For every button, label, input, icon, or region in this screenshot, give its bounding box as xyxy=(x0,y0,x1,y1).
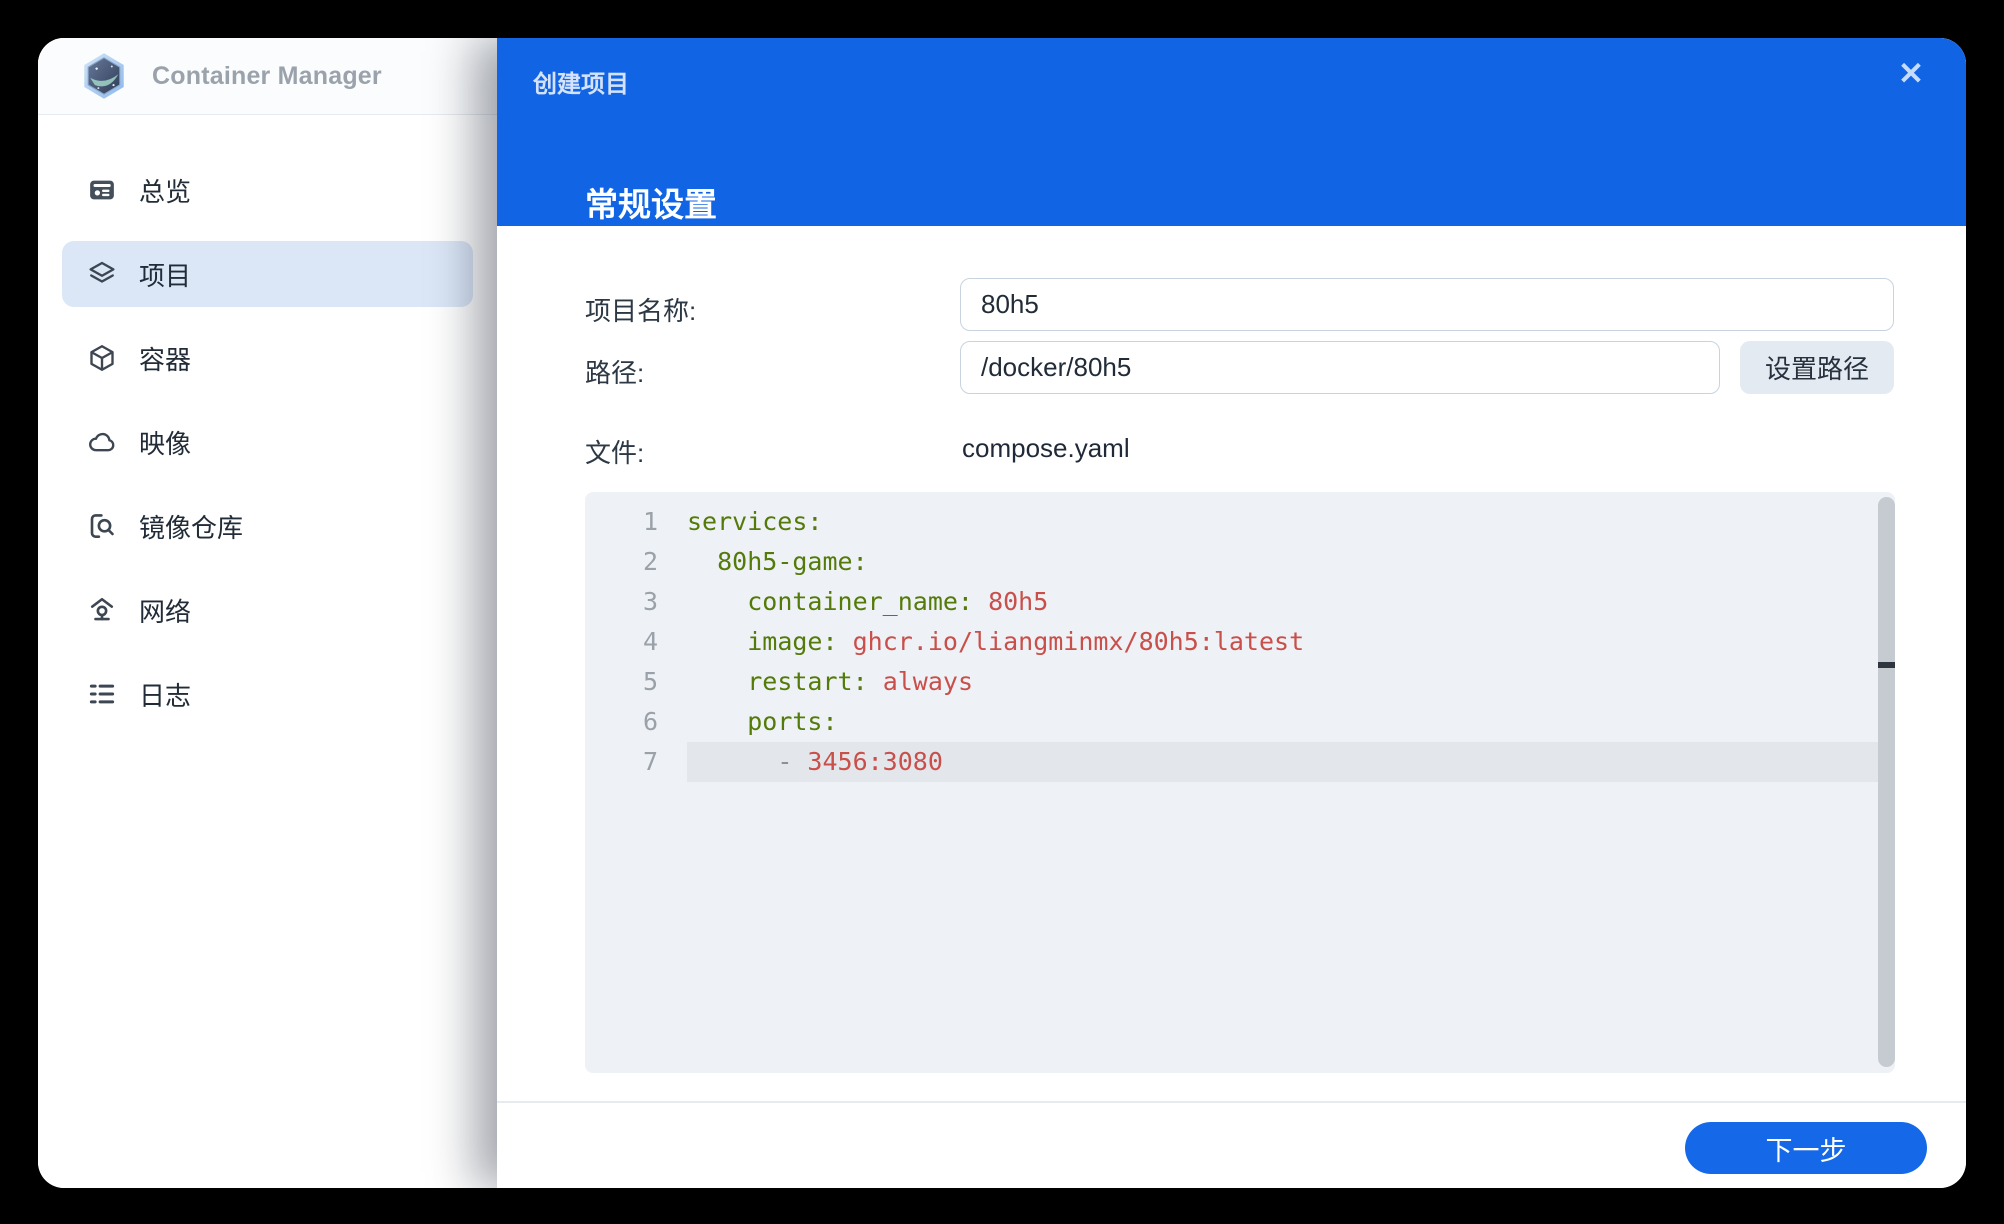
sidebar-item-label: 镜像仓库 xyxy=(139,508,243,545)
sidebar-item-label: 日志 xyxy=(139,676,191,713)
path-input[interactable] xyxy=(960,341,1720,394)
sidebar-item-images[interactable]: 映像 xyxy=(62,409,473,475)
line-number: 7 xyxy=(585,742,687,782)
sidebar-item-containers[interactable]: 容器 xyxy=(62,325,473,391)
containers-icon xyxy=(87,343,117,373)
registry-icon xyxy=(87,511,117,541)
project-name-label: 项目名称: xyxy=(585,291,696,328)
section-title: 常规设置 xyxy=(585,178,717,226)
overview-icon xyxy=(87,175,117,205)
file-value: compose.yaml xyxy=(962,433,1130,464)
app-header: Container Manager xyxy=(38,38,497,115)
container-manager-logo-icon xyxy=(76,50,132,102)
project-name-input[interactable] xyxy=(960,278,1894,331)
file-label: 文件: xyxy=(585,433,644,470)
sidebar-item-overview[interactable]: 总览 xyxy=(62,157,473,223)
editor-scrollbar-marker xyxy=(1878,662,1895,668)
sidebar-item-network[interactable]: 网络 xyxy=(62,577,473,643)
sidebar-item-label: 网络 xyxy=(139,592,191,629)
code-line: 5 restart: always xyxy=(585,662,1895,702)
line-number: 2 xyxy=(585,542,687,582)
logs-icon xyxy=(87,679,117,709)
line-number: 1 xyxy=(585,502,687,542)
create-project-dialog: 创建项目 ✕ 常规设置 项目名称: 路径: 设置路径 文件: compose.y… xyxy=(497,38,1966,1188)
code-line: 2 80h5-game: xyxy=(585,542,1895,582)
sidebar-item-projects[interactable]: 项目 xyxy=(62,241,473,307)
projects-icon xyxy=(87,259,117,289)
line-number: 5 xyxy=(585,662,687,702)
sidebar-item-logs[interactable]: 日志 xyxy=(62,661,473,727)
next-step-button[interactable]: 下一步 xyxy=(1685,1122,1927,1174)
app-title: Container Manager xyxy=(152,62,382,91)
dialog-header: 创建项目 ✕ 常规设置 xyxy=(497,38,1966,226)
dialog-title: 创建项目 xyxy=(533,64,629,99)
set-path-button[interactable]: 设置路径 xyxy=(1740,341,1894,394)
editor-scrollbar[interactable] xyxy=(1878,497,1895,1067)
line-number: 4 xyxy=(585,622,687,662)
path-label: 路径: xyxy=(585,353,644,390)
code-line: 1 services: xyxy=(585,502,1895,542)
sidebar-menu: 总览 项目 容器 xyxy=(38,115,497,727)
yaml-editor[interactable]: 1 services: 2 80h5-game: 3 container_nam… xyxy=(585,492,1895,1073)
code-line: 6 ports: xyxy=(585,702,1895,742)
network-icon xyxy=(87,595,117,625)
images-icon xyxy=(87,427,117,457)
app-window: Container Manager 总览 xyxy=(38,38,1966,1188)
sidebar-item-registry[interactable]: 镜像仓库 xyxy=(62,493,473,559)
close-icon[interactable]: ✕ xyxy=(1898,58,1924,89)
footer-divider xyxy=(497,1101,1966,1103)
sidebar-item-label: 映像 xyxy=(139,424,191,461)
sidebar: Container Manager 总览 xyxy=(38,38,497,1188)
line-number: 3 xyxy=(585,582,687,622)
sidebar-item-label: 项目 xyxy=(139,256,191,293)
code-line-active: 7 - 3456:3080 xyxy=(585,742,1895,782)
sidebar-item-label: 容器 xyxy=(139,340,191,377)
line-number: 6 xyxy=(585,702,687,742)
code-line: 3 container_name: 80h5 xyxy=(585,582,1895,622)
sidebar-item-label: 总览 xyxy=(139,172,191,209)
code-line: 4 image: ghcr.io/liangminmx/80h5:latest xyxy=(585,622,1895,662)
